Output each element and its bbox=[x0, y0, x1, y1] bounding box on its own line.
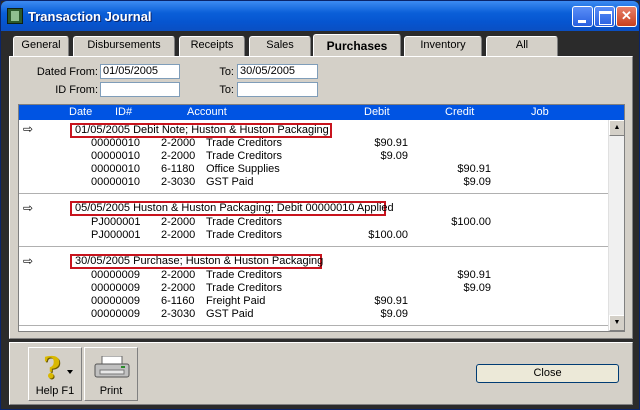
journal-grid: Date ID# Account Debit Credit Job ⇨ 01/0… bbox=[18, 104, 625, 332]
table-row[interactable]: 00000009 2-3030 GST Paid $9.09 bbox=[19, 308, 608, 321]
row-pointer-icon: ⇨ bbox=[23, 201, 34, 215]
minimize-button[interactable] bbox=[572, 6, 593, 27]
group-divider bbox=[19, 325, 608, 326]
col-debit[interactable]: Debit bbox=[364, 106, 390, 118]
title-bar[interactable]: Transaction Journal ✕ bbox=[1, 1, 639, 31]
group-divider bbox=[19, 246, 608, 247]
group-header[interactable]: 05/05/2005 Huston & Huston Packaging; De… bbox=[70, 201, 394, 216]
vertical-scrollbar[interactable]: ▲ ▼ bbox=[608, 120, 624, 331]
table-row[interactable]: 00000010 2-2000 Trade Creditors $90.91 bbox=[19, 137, 608, 150]
help-button[interactable]: ? Help F1 bbox=[28, 347, 82, 401]
window-title: Transaction Journal bbox=[28, 9, 152, 24]
dated-to-input[interactable]: 30/05/2005 bbox=[237, 64, 318, 79]
id-to-label: To: bbox=[219, 84, 234, 96]
purchases-panel: Dated From: 01/05/2005 To: 30/05/2005 ID… bbox=[9, 56, 633, 339]
bottom-toolbar: ? Help F1 Print Close bbox=[9, 342, 633, 405]
id-from-label: ID From: bbox=[55, 84, 98, 96]
table-row[interactable]: 00000010 2-2000 Trade Creditors $9.09 bbox=[19, 150, 608, 163]
group-header[interactable]: 30/05/2005 Purchase; Huston & Huston Pac… bbox=[70, 254, 323, 269]
table-row[interactable]: 00000009 6-1160 Freight Paid $90.91 bbox=[19, 295, 608, 308]
tab-all[interactable]: All bbox=[486, 36, 558, 56]
id-from-input[interactable] bbox=[100, 82, 180, 97]
print-button[interactable]: Print bbox=[84, 347, 138, 401]
group-divider bbox=[19, 193, 608, 194]
col-account[interactable]: Account bbox=[187, 106, 227, 118]
table-row[interactable]: PJ000001 2-2000 Trade Creditors $100.00 bbox=[19, 216, 608, 229]
id-to-input[interactable] bbox=[237, 82, 318, 97]
table-row[interactable]: 00000009 2-2000 Trade Creditors $9.09 bbox=[19, 282, 608, 295]
dated-from-label: Dated From: bbox=[36, 66, 98, 78]
table-row[interactable]: PJ000001 2-2000 Trade Creditors $100.00 bbox=[19, 229, 608, 242]
tab-disbursements[interactable]: Disbursements bbox=[73, 36, 175, 56]
tab-strip: General Disbursements Receipts Sales Pur… bbox=[9, 34, 629, 56]
col-job[interactable]: Job bbox=[531, 106, 549, 118]
tab-sales[interactable]: Sales bbox=[249, 36, 311, 56]
scroll-down-icon[interactable]: ▼ bbox=[609, 315, 624, 331]
row-pointer-icon: ⇨ bbox=[23, 254, 34, 268]
col-id[interactable]: ID# bbox=[115, 106, 132, 118]
maximize-button[interactable] bbox=[594, 6, 615, 27]
transaction-journal-window: Transaction Journal ✕ General Disburseme… bbox=[0, 0, 640, 410]
group-header[interactable]: 01/05/2005 Debit Note; Huston & Huston P… bbox=[70, 123, 332, 138]
tab-receipts[interactable]: Receipts bbox=[179, 36, 245, 56]
dropdown-caret-icon bbox=[67, 370, 73, 374]
table-row[interactable]: 00000010 2-3030 GST Paid $9.09 bbox=[19, 176, 608, 189]
help-question-icon: ? bbox=[43, 351, 61, 386]
close-window-button[interactable]: ✕ bbox=[616, 6, 637, 27]
table-row[interactable]: 00000009 2-2000 Trade Creditors $90.91 bbox=[19, 269, 608, 282]
dated-from-input[interactable]: 01/05/2005 bbox=[100, 64, 180, 79]
col-date[interactable]: Date bbox=[69, 106, 92, 118]
table-row[interactable]: 00000010 6-1180 Office Supplies $90.91 bbox=[19, 163, 608, 176]
dated-to-label: To: bbox=[219, 66, 234, 78]
app-icon bbox=[7, 8, 23, 24]
close-button[interactable]: Close bbox=[476, 364, 619, 383]
tab-inventory[interactable]: Inventory bbox=[404, 36, 482, 56]
row-pointer-icon: ⇨ bbox=[23, 122, 34, 136]
printer-icon bbox=[94, 356, 130, 378]
col-credit[interactable]: Credit bbox=[445, 106, 474, 118]
tab-general[interactable]: General bbox=[13, 36, 69, 56]
tab-purchases[interactable]: Purchases bbox=[313, 34, 401, 56]
scroll-up-icon[interactable]: ▲ bbox=[609, 120, 624, 136]
grid-header: Date ID# Account Debit Credit Job bbox=[19, 105, 624, 120]
